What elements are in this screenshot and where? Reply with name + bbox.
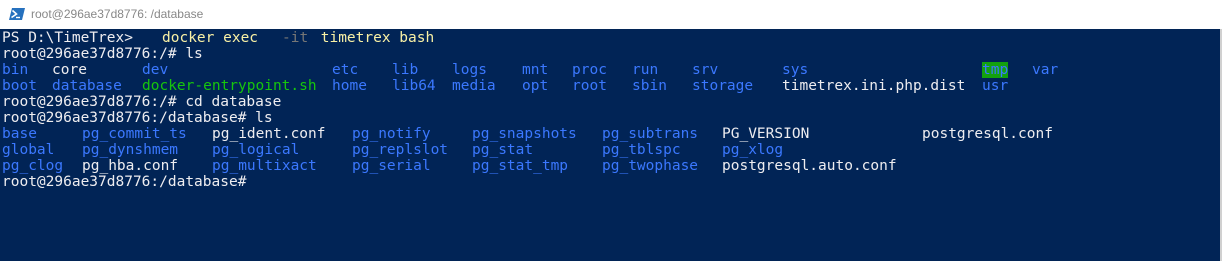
powershell-icon xyxy=(9,8,25,20)
terminal-text: run xyxy=(632,62,659,78)
terminal-text: dev xyxy=(142,62,169,78)
terminal-text: proc xyxy=(572,62,607,78)
terminal-output[interactable]: PS D:\TimeTrex> docker exec -it timetrex… xyxy=(0,29,1222,261)
terminal-text: pg_tblspc xyxy=(602,142,681,158)
terminal-text: global xyxy=(2,142,55,158)
terminal-text: media xyxy=(452,78,496,94)
terminal-text: -it xyxy=(282,30,309,46)
terminal-text: etc xyxy=(332,62,359,78)
terminal-text: pg_serial xyxy=(352,158,431,174)
terminal-text: mnt xyxy=(522,62,549,78)
terminal-text: sys xyxy=(782,62,809,78)
terminal-text: usr xyxy=(982,78,1009,94)
terminal-text: timetrex bash xyxy=(312,30,435,46)
terminal-text: postgresql.auto.conf xyxy=(722,158,897,174)
terminal-text: pg_multixact xyxy=(212,158,317,174)
terminal-text: srv xyxy=(692,62,719,78)
terminal-text: tmp xyxy=(982,62,1009,78)
terminal-text: lib xyxy=(392,62,419,78)
terminal-text: home xyxy=(332,78,367,94)
terminal-text: core xyxy=(52,62,87,78)
terminal-text: timetrex.ini.php.dist xyxy=(782,78,966,94)
terminal-text: pg_hba.conf xyxy=(82,158,179,174)
terminal-text: sbin xyxy=(632,78,667,94)
title-bar[interactable]: root@296ae37d8776: /database xyxy=(0,0,1222,29)
terminal-text: pg_xlog xyxy=(722,142,784,158)
window-title: root@296ae37d8776: /database xyxy=(31,7,204,21)
terminal-text: pg_stat_tmp xyxy=(472,158,569,174)
terminal-text: bin xyxy=(2,62,29,78)
terminal-text: root@296ae37d8776:/database# ls xyxy=(2,110,273,126)
terminal-text: docker exec xyxy=(162,30,267,46)
terminal-text: postgresql.conf xyxy=(922,126,1053,142)
terminal-text: pg_commit_ts xyxy=(82,126,187,142)
terminal-text: pg_subtrans xyxy=(602,126,699,142)
terminal-text: docker-entrypoint.sh xyxy=(142,78,317,94)
terminal-text: root xyxy=(572,78,607,94)
terminal-text: pg_notify xyxy=(352,126,431,142)
terminal-text: storage xyxy=(692,78,754,94)
terminal-text: opt xyxy=(522,78,549,94)
terminal-text: root@296ae37d8776:/# cd database xyxy=(2,94,282,110)
terminal-text: pg_dynshmem xyxy=(82,142,179,158)
terminal-text: boot xyxy=(2,78,37,94)
terminal-text: pg_ident.conf xyxy=(212,126,326,142)
terminal-text: var xyxy=(1032,62,1059,78)
terminal-text: database xyxy=(52,78,122,94)
terminal-text: logs xyxy=(452,62,487,78)
terminal-text: pg_stat xyxy=(472,142,534,158)
terminal-text: pg_logical xyxy=(212,142,300,158)
terminal-text: root@296ae37d8776:/# ls xyxy=(2,46,203,62)
terminal-text: root@296ae37d8776:/database# xyxy=(2,174,247,190)
terminal-text: PS D:\TimeTrex> xyxy=(2,30,142,46)
terminal-text: pg_twophase xyxy=(602,158,699,174)
terminal-text: lib64 xyxy=(392,78,436,94)
terminal-text: PG_VERSION xyxy=(722,126,810,142)
terminal-text: pg_replslot xyxy=(352,142,449,158)
terminal-text: pg_clog xyxy=(2,158,64,174)
terminal-text: pg_snapshots xyxy=(472,126,577,142)
terminal-text: base xyxy=(2,126,37,142)
